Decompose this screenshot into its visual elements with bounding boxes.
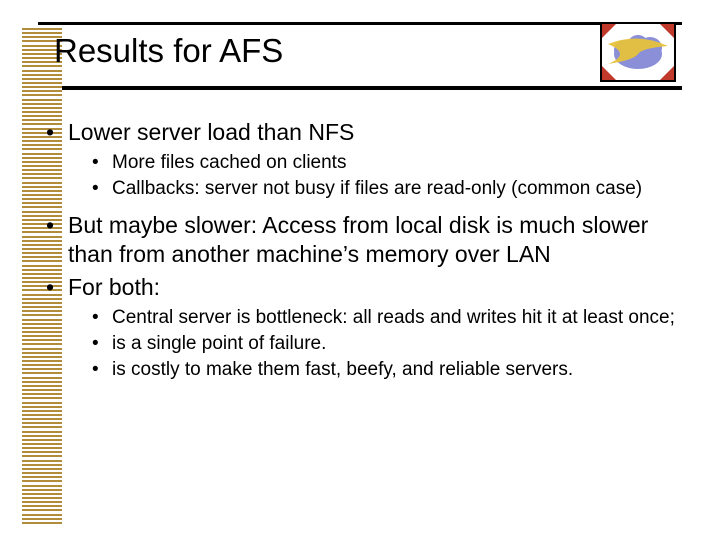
rule-top	[38, 22, 682, 25]
binding-tooth	[22, 107, 62, 109]
binding-tooth	[22, 476, 62, 478]
binding-tooth	[22, 426, 62, 428]
bullet-level2: is costly to make them fast, beefy, and …	[40, 358, 680, 382]
binding-tooth	[22, 99, 62, 101]
binding-tooth	[22, 78, 62, 80]
binding-tooth	[22, 439, 62, 441]
binding-tooth	[22, 522, 62, 524]
bullet-level1: But maybe slower: Access from local disk…	[40, 211, 680, 269]
slide-title: Results for AFS	[54, 32, 283, 70]
binding-tooth	[22, 501, 62, 503]
binding-tooth	[22, 418, 62, 420]
bullet-level2: Central server is bottleneck: all reads …	[40, 306, 680, 330]
bullet-level2: More files cached on clients	[40, 151, 680, 175]
binding-tooth	[22, 111, 62, 113]
slide-body: Lower server load than NFS More files cac…	[40, 118, 680, 393]
binding-tooth	[22, 518, 62, 520]
binding-tooth	[22, 455, 62, 457]
binding-tooth	[22, 414, 62, 416]
binding-tooth	[22, 393, 62, 395]
bullet-level1: For both:	[40, 273, 680, 302]
logo-box	[600, 22, 676, 82]
binding-tooth	[22, 402, 62, 404]
binding-tooth	[22, 443, 62, 445]
binding-tooth	[22, 505, 62, 507]
sub-bullet-group: Central server is bottleneck: all reads …	[40, 306, 680, 383]
binding-tooth	[22, 509, 62, 511]
binding-tooth	[22, 115, 62, 117]
binding-tooth	[22, 422, 62, 424]
binding-tooth	[22, 74, 62, 76]
binding-tooth	[22, 489, 62, 491]
binding-tooth	[22, 90, 62, 92]
binding-tooth	[22, 28, 62, 30]
binding-tooth	[22, 397, 62, 399]
bullet-level2: Callbacks: server not busy if files are …	[40, 177, 680, 201]
bullet-level2: is a single point of failure.	[40, 332, 680, 356]
binding-tooth	[22, 464, 62, 466]
binding-tooth	[22, 480, 62, 482]
binding-tooth	[22, 82, 62, 84]
bullet-level1: Lower server load than NFS	[40, 118, 680, 147]
binding-tooth	[22, 472, 62, 474]
binding-tooth	[22, 460, 62, 462]
binding-tooth	[22, 451, 62, 453]
binding-tooth	[22, 431, 62, 433]
rule-title-underline	[62, 86, 682, 90]
binding-tooth	[22, 410, 62, 412]
cloud-swoosh-icon	[602, 24, 674, 80]
binding-tooth	[22, 435, 62, 437]
binding-tooth	[22, 514, 62, 516]
binding-tooth	[22, 493, 62, 495]
binding-tooth	[22, 497, 62, 499]
binding-tooth	[22, 468, 62, 470]
binding-tooth	[22, 86, 62, 88]
binding-tooth	[22, 406, 62, 408]
binding-tooth	[22, 447, 62, 449]
binding-tooth	[22, 485, 62, 487]
binding-tooth	[22, 94, 62, 96]
binding-tooth	[22, 103, 62, 105]
sub-bullet-group: More files cached on clientsCallbacks: s…	[40, 151, 680, 202]
